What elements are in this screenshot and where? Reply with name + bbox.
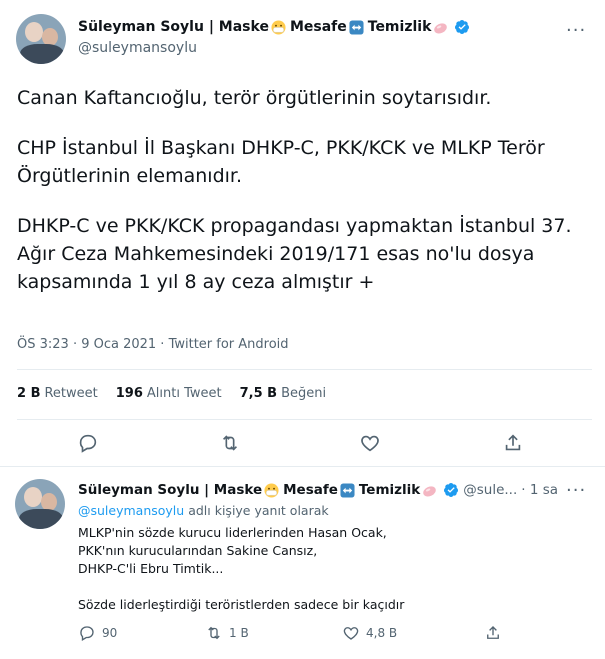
author-name-part2: Mesafe [289,19,347,35]
soap-emoji-icon [434,22,448,34]
mask-emoji-icon [271,19,286,35]
more-icon[interactable]: ··· [566,480,586,501]
engagement-stats: 2 B Retweet 196 Alıntı Tweet 7,5 B Beğeni [17,386,326,401]
tweet-actions [0,432,605,456]
reply-time[interactable]: · 1 sa [521,482,558,498]
quote-stat[interactable]: 196 Alıntı Tweet [116,386,222,401]
author-name-text: Süleyman Soylu | Maske [78,19,269,35]
retweet-count: 1 B [229,626,249,640]
divider [17,369,592,370]
retweet-icon[interactable] [219,432,241,454]
retweet-icon [208,626,220,640]
reply-icon[interactable] [77,432,99,454]
reply-text: MLKP'nin sözde kurucu liderlerinden Hasa… [78,524,404,614]
left-right-arrow-emoji-icon [340,482,355,498]
replying-to: @suleymansoylu adlı kişiye yanıt olarak [78,502,329,520]
reply-count: 90 [102,626,118,640]
author-handle[interactable]: @suleymansoylu [78,40,197,56]
retweet-action[interactable]: 1 B [205,624,249,642]
share-action[interactable] [484,624,502,642]
reply-actions: 90 1 B 4,8 B [0,624,605,648]
like-icon[interactable] [359,432,381,454]
left-right-arrow-emoji-icon [349,19,364,35]
replying-to-handle[interactable]: @suleymansoylu [78,503,184,518]
reply-icon [80,626,94,641]
share-icon [487,626,499,639]
mask-emoji-icon [264,482,279,498]
verified-icon [444,483,459,497]
tweet-paragraph: DHKP-C ve PKK/KCK propagandası yapmaktan… [17,215,572,293]
avatar[interactable] [15,479,65,529]
like-stat[interactable]: 7,5 B Beğeni [240,386,327,401]
main-tweet: Süleyman Soylu | Maske Mesafe Temizlik @… [0,0,605,463]
reply-line: PKK'nın kurucularından Sakine Cansız, [78,543,318,558]
reply-author-name-text: Süleyman Soylu | Maske [78,482,263,498]
tweet-text: Canan Kaftancıoğlu, terör örgütlerinin s… [17,84,592,318]
reply-author-name-part3: Temizlik [358,482,421,498]
tweet-timestamp[interactable]: ÖS 3:23 · 9 Oca 2021 · Twitter for Andro… [17,337,289,352]
like-count: 4,8 B [366,626,398,640]
reply-author-name[interactable]: Süleyman Soylu | Maske Mesafe Temizlik @… [78,482,558,498]
reply-author-name-part2: Mesafe [283,482,338,498]
reply-line: Sözde liderleştirdiği teröristlerden sad… [78,597,405,612]
soap-emoji-icon [423,485,437,497]
author-name-part3: Temizlik [367,19,432,35]
share-icon[interactable] [502,432,524,454]
reply-line: DHKP-C'li Ebru Timtik... [78,561,224,576]
like-action[interactable]: 4,8 B [342,624,397,642]
tweet-paragraph: Canan Kaftancıoğlu, terör örgütlerinin s… [17,87,492,109]
reply-action[interactable]: 90 [78,624,117,642]
divider [17,419,592,420]
replying-to-suffix: adlı kişiye yanıt olarak [188,503,329,518]
more-icon[interactable]: ··· [566,20,586,41]
author-name[interactable]: Süleyman Soylu | Maske Mesafe Temizlik [78,19,470,35]
retweet-stat[interactable]: 2 B Retweet [17,386,98,401]
avatar[interactable] [16,14,66,64]
reply-author-handle[interactable]: @sule... [463,482,517,498]
tweet-paragraph: CHP İstanbul İl Başkanı DHKP-C, PKK/KCK … [17,137,545,187]
like-icon [343,627,359,640]
reply-line: MLKP'nin sözde kurucu liderlerinden Hasa… [78,525,387,540]
verified-icon [455,20,470,34]
